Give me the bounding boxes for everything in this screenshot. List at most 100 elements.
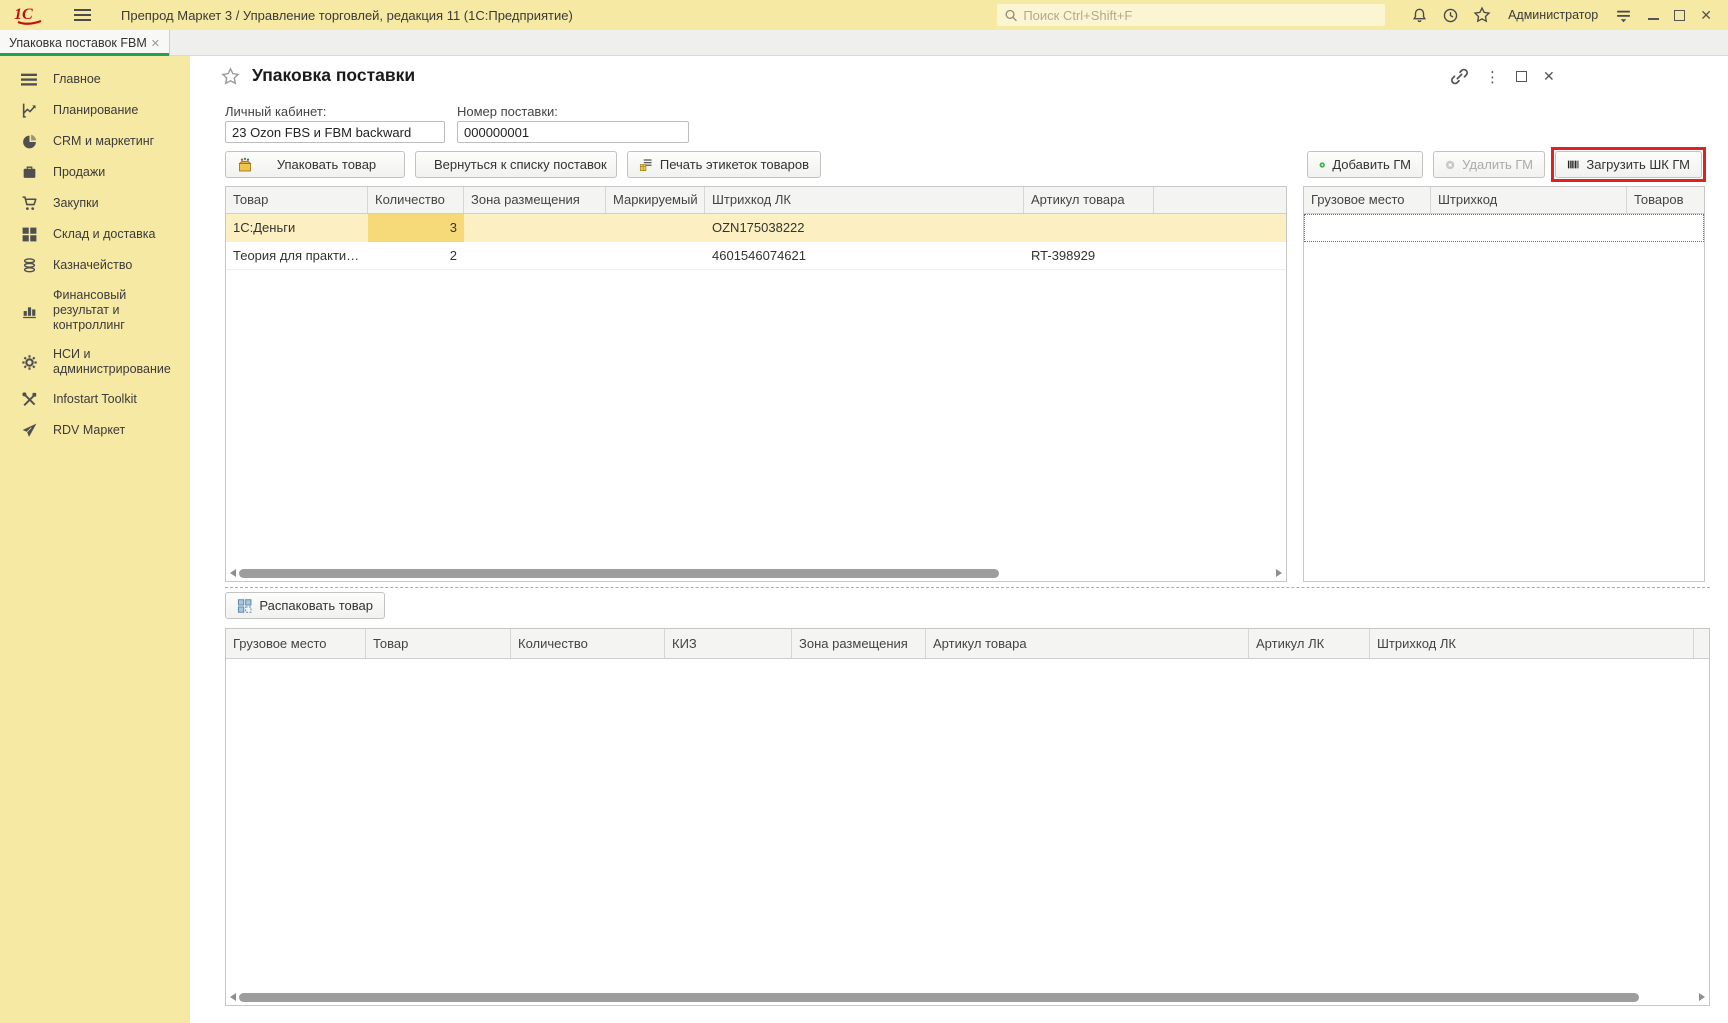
products-table-empty-area [226, 270, 1286, 565]
products-table-header: Товар Количество Зона размещения Маркиру… [226, 187, 1286, 214]
form-packing-supply: Упаковка поставки ⋮ ✕ Личный кабинет: Но… [190, 56, 1728, 1023]
col-barcode-lk[interactable]: Штрихкод ЛК [705, 187, 1024, 213]
tab-upakovka-postavok-fbm[interactable]: Упаковка поставок FBM ✕ [0, 30, 170, 56]
packed-goods-table: Грузовое место Товар Количество КИЗ Зона… [225, 628, 1710, 1006]
sidebar-item-purchases[interactable]: Закупки [0, 188, 190, 219]
history-icon[interactable] [1442, 7, 1459, 24]
table-row[interactable]: Теория для практи… 2 4601546074621 RT-39… [226, 242, 1286, 270]
packed-table-header: Грузовое место Товар Количество КИЗ Зона… [226, 629, 1709, 659]
menu-icon [21, 73, 37, 86]
packed-table-empty-area [226, 659, 1709, 989]
sidebar: Главное Планирование CRM и маркетинг Про… [0, 56, 190, 1023]
sidebar-item-treasury[interactable]: Казначейство [0, 250, 190, 281]
horizontal-splitter[interactable] [225, 587, 1710, 588]
col-barcode-lk[interactable]: Штрихкод ЛК [1370, 629, 1694, 658]
notifications-bell-icon[interactable] [1411, 7, 1428, 24]
print-labels-icon [639, 158, 652, 171]
col-product[interactable]: Товар [366, 629, 511, 658]
scrollbar-thumb[interactable] [239, 568, 999, 578]
tutorial-highlight-box: Загрузить ШК ГМ [1551, 147, 1706, 182]
sidebar-item-sales[interactable]: Продажи [0, 157, 190, 188]
col-barcode[interactable]: Штрихкод [1431, 187, 1627, 213]
cargo-table-focused-empty-row[interactable] [1304, 214, 1704, 242]
cargo-table-empty-area [1304, 242, 1704, 581]
tabbar: Упаковка поставок FBM ✕ [0, 30, 1728, 56]
service-menu-icon[interactable] [1615, 7, 1632, 24]
col-article[interactable]: Артикул товара [1024, 187, 1154, 213]
form-maximize-icon[interactable] [1516, 71, 1527, 82]
sidebar-item-warehouse[interactable]: Склад и доставка [0, 219, 190, 250]
global-search[interactable] [997, 4, 1386, 26]
tools-icon [22, 392, 37, 407]
form-close-icon[interactable]: ✕ [1543, 68, 1555, 85]
col-extra [1154, 187, 1286, 213]
sidebar-item-finance[interactable]: Финансовый результат и контроллинг [0, 281, 190, 340]
col-quantity[interactable]: Количество [511, 629, 665, 658]
sidebar-item-planning[interactable]: Планирование [0, 95, 190, 126]
search-icon [1005, 9, 1018, 21]
add-gm-button[interactable]: Добавить ГМ [1307, 151, 1423, 178]
cabinet-label: Личный кабинет: [225, 104, 327, 119]
unpack-icon [237, 598, 252, 613]
maximize-icon[interactable] [1674, 9, 1686, 21]
active-cell[interactable]: 3 [368, 214, 464, 242]
minimize-icon[interactable] [1648, 18, 1660, 20]
back-to-supplies-button[interactable]: Вернуться к списку поставок [415, 151, 617, 178]
sidebar-item-main[interactable]: Главное [0, 64, 190, 95]
planning-icon [22, 103, 36, 118]
col-article[interactable]: Артикул товара [926, 629, 1249, 658]
scrollbar-thumb[interactable] [239, 992, 1639, 1002]
sidebar-item-rdv-market[interactable]: RDV Маркет [0, 415, 190, 446]
load-barcode-gm-button[interactable]: Загрузить ШК ГМ [1555, 151, 1702, 178]
supply-number-field[interactable] [457, 121, 689, 143]
col-article-lk[interactable]: Артикул ЛК [1249, 629, 1370, 658]
app-title: Препрод Маркет 3 / Управление торговлей,… [121, 7, 573, 23]
table-row[interactable]: 1С:Деньги 3 OZN175038222 [226, 214, 1286, 242]
1c-logo: 1С [14, 4, 48, 26]
print-labels-button[interactable]: Печать этикеток товаров [627, 151, 821, 178]
scroll-left-arrow[interactable] [230, 569, 236, 577]
scroll-left-arrow[interactable] [230, 993, 236, 1001]
current-user[interactable]: Администратор [1508, 8, 1598, 22]
sidebar-item-crm[interactable]: CRM и маркетинг [0, 126, 190, 157]
main-menu-icon[interactable] [74, 8, 91, 22]
coins-icon [23, 258, 36, 273]
titlebar-icons: Администратор [1411, 6, 1632, 24]
link-icon[interactable] [1450, 67, 1469, 86]
rocket-icon [22, 423, 37, 437]
window-controls: ✕ [1648, 8, 1712, 22]
col-marked[interactable]: Маркируемый [606, 187, 705, 213]
col-product[interactable]: Товар [226, 187, 368, 213]
search-input[interactable] [1023, 7, 1379, 23]
col-zone[interactable]: Зона размещения [464, 187, 606, 213]
favorites-star-icon[interactable] [1473, 6, 1491, 24]
form-favorite-star-icon[interactable] [221, 67, 240, 86]
col-kiz[interactable]: КИЗ [665, 629, 792, 658]
col-cargo-place[interactable]: Грузовое место [226, 629, 366, 658]
packed-table-hscrollbar[interactable] [226, 989, 1709, 1005]
cart-icon [22, 196, 37, 210]
more-menu-icon[interactable]: ⋮ [1485, 68, 1500, 86]
briefcase-icon [23, 166, 36, 178]
gear-icon [22, 354, 37, 370]
delete-gm-button[interactable]: Удалить ГМ [1433, 151, 1545, 178]
supply-number-label: Номер поставки: [457, 104, 558, 119]
package-icon [238, 157, 252, 171]
col-goods-count[interactable]: Товаров [1627, 187, 1704, 213]
col-zone[interactable]: Зона размещения [792, 629, 926, 658]
sidebar-item-nsi-admin[interactable]: НСИ и администрирование [0, 340, 190, 384]
tab-close-icon[interactable]: ✕ [151, 37, 160, 50]
pack-product-button[interactable]: Упаковать товар [225, 151, 405, 178]
col-cargo-place[interactable]: Грузовое место [1304, 187, 1431, 213]
scroll-right-arrow[interactable] [1276, 569, 1282, 577]
products-table-hscrollbar[interactable] [226, 565, 1286, 581]
cabinet-field[interactable] [225, 121, 445, 143]
close-icon[interactable]: ✕ [1700, 8, 1712, 22]
scroll-right-arrow[interactable] [1699, 993, 1705, 1001]
unpack-product-button[interactable]: Распаковать товар [225, 592, 385, 619]
svg-text:1С: 1С [14, 6, 33, 23]
sidebar-item-infostart-toolkit[interactable]: Infostart Toolkit [0, 384, 190, 415]
form-header-icons: ⋮ ✕ [1450, 67, 1555, 86]
col-quantity[interactable]: Количество [368, 187, 464, 213]
cargo-places-table: Грузовое место Штрихкод Товаров [1303, 186, 1705, 582]
